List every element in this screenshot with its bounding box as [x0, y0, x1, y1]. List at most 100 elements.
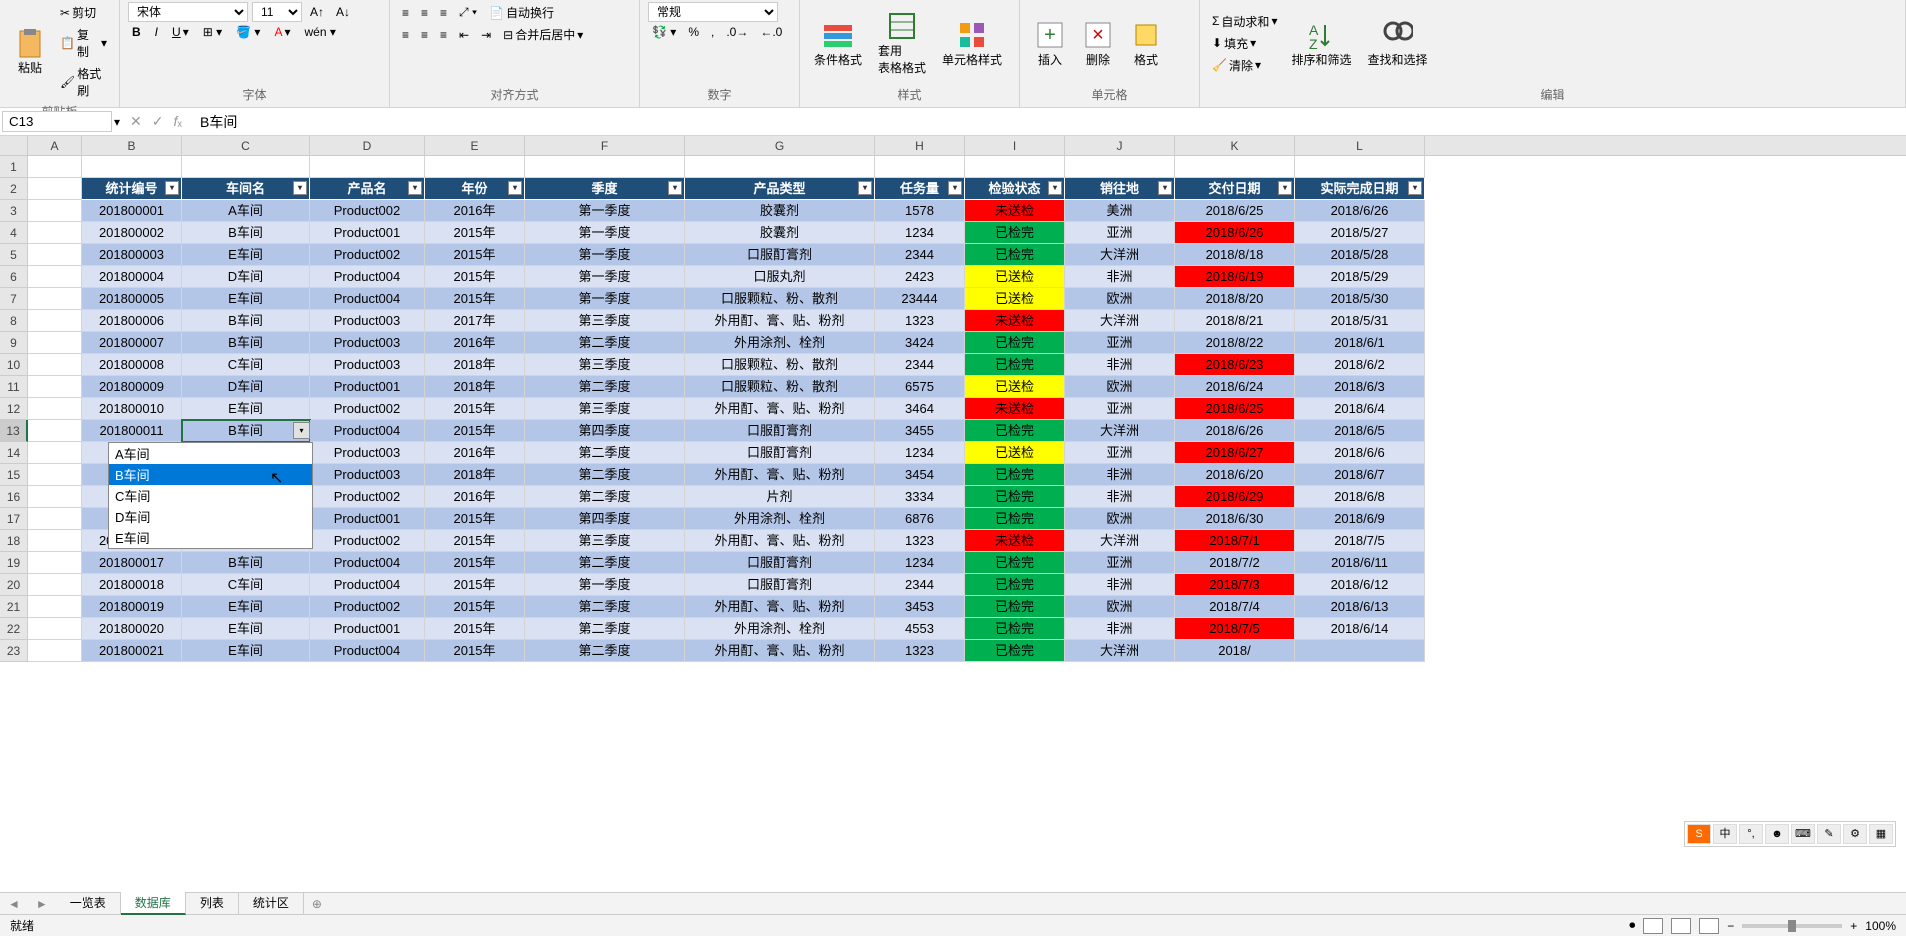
table-cell[interactable]: 201800003	[82, 244, 182, 266]
new-sheet-button[interactable]: ⊕	[304, 897, 330, 911]
table-cell[interactable]: 非洲	[1065, 618, 1175, 640]
table-column-header[interactable]: 产品名▾	[310, 178, 425, 200]
table-cell[interactable]: 外用涂剂、栓剂	[685, 618, 875, 640]
table-cell[interactable]: 201800017	[82, 552, 182, 574]
dropdown-option[interactable]: D车间	[109, 506, 312, 527]
table-cell[interactable]: 大洋洲	[1065, 310, 1175, 332]
table-cell[interactable]: 2015年	[425, 640, 525, 662]
table-cell[interactable]	[1295, 640, 1425, 662]
table-cell[interactable]: E车间	[182, 244, 310, 266]
table-cell[interactable]: 口服酊膏剂	[685, 442, 875, 464]
table-cell[interactable]: 2018年	[425, 376, 525, 398]
table-cell[interactable]: Product004	[310, 640, 425, 662]
increase-font-icon[interactable]: A↑	[306, 2, 328, 22]
table-cell[interactable]: 第二季度	[525, 486, 685, 508]
table-cell[interactable]: 201800008	[82, 354, 182, 376]
table-cell[interactable]: 亚洲	[1065, 398, 1175, 420]
table-cell[interactable]: 2016年	[425, 332, 525, 354]
delete-button[interactable]: ×删除	[1076, 17, 1120, 70]
ime-icon[interactable]: S	[1687, 824, 1711, 844]
row-header[interactable]: 13	[0, 420, 28, 442]
table-column-header[interactable]: 任务量▾	[875, 178, 965, 200]
table-cell[interactable]: 2016年	[425, 442, 525, 464]
filter-button[interactable]: ▾	[1278, 181, 1292, 195]
table-cell[interactable]: 201800010	[82, 398, 182, 420]
align-top-icon[interactable]: ≡	[398, 2, 413, 23]
table-cell[interactable]: 已检完	[965, 508, 1065, 530]
table-cell[interactable]: E车间	[182, 618, 310, 640]
filter-button[interactable]: ▾	[408, 181, 422, 195]
table-cell[interactable]: D车间	[182, 376, 310, 398]
decrease-decimal-icon[interactable]: ←.0	[756, 23, 786, 41]
cell-dropdown-handle[interactable]: ▾	[293, 422, 310, 439]
table-column-header[interactable]: 产品类型▾	[685, 178, 875, 200]
filter-button[interactable]: ▾	[858, 181, 872, 195]
table-cell[interactable]: 亚洲	[1065, 222, 1175, 244]
format-painter-button[interactable]: 🖌 格式刷	[56, 63, 111, 101]
table-cell[interactable]: 1323	[875, 530, 965, 552]
table-cell[interactable]: 201800020	[82, 618, 182, 640]
table-cell[interactable]: 亚洲	[1065, 552, 1175, 574]
table-cell[interactable]: 非洲	[1065, 574, 1175, 596]
table-cell[interactable]: 6575	[875, 376, 965, 398]
filter-button[interactable]: ▾	[668, 181, 682, 195]
fx-icon[interactable]: fₓ	[174, 113, 182, 130]
table-cell[interactable]: 2018/6/26	[1175, 222, 1295, 244]
table-cell[interactable]: 2015年	[425, 244, 525, 266]
fill-button[interactable]: ⬇ 填充 ▾	[1208, 33, 1281, 54]
table-cell[interactable]: E车间	[182, 288, 310, 310]
font-color-button[interactable]: A ▾	[270, 23, 294, 41]
underline-button[interactable]: U ▾	[168, 23, 193, 41]
row-header[interactable]: 10	[0, 354, 28, 376]
filter-button[interactable]: ▾	[293, 181, 307, 195]
table-cell[interactable]: 大洋洲	[1065, 640, 1175, 662]
orientation-icon[interactable]: ⤢ ▾	[455, 2, 481, 23]
table-cell[interactable]: 2018/6/29	[1175, 486, 1295, 508]
table-cell[interactable]: 第一季度	[525, 266, 685, 288]
table-cell[interactable]: Product002	[310, 200, 425, 222]
table-cell[interactable]: 未送检	[965, 310, 1065, 332]
table-cell[interactable]: 2015年	[425, 508, 525, 530]
filter-button[interactable]: ▾	[1048, 181, 1062, 195]
table-cell[interactable]: 口服酊膏剂	[685, 574, 875, 596]
table-cell[interactable]: C车间	[182, 354, 310, 376]
view-layout-button[interactable]	[1671, 918, 1691, 934]
table-cell[interactable]: 6876	[875, 508, 965, 530]
ime-icon[interactable]: 中	[1713, 824, 1737, 844]
table-cell[interactable]: 2018/6/19	[1175, 266, 1295, 288]
table-cell[interactable]: 大洋洲	[1065, 244, 1175, 266]
sheet-tab[interactable]: 一览表	[56, 892, 121, 915]
row-header[interactable]: 9	[0, 332, 28, 354]
comma-icon[interactable]: ,	[707, 23, 718, 41]
table-cell[interactable]: 已检完	[965, 354, 1065, 376]
column-header[interactable]: L	[1295, 136, 1425, 155]
table-cell[interactable]: 2015年	[425, 398, 525, 420]
table-cell[interactable]: 201800007	[82, 332, 182, 354]
table-cell[interactable]: 第一季度	[525, 574, 685, 596]
table-cell[interactable]: 2017年	[425, 310, 525, 332]
table-cell[interactable]: 2423	[875, 266, 965, 288]
tab-nav-next-icon[interactable]: ►	[28, 897, 56, 911]
filter-button[interactable]: ▾	[165, 181, 179, 195]
column-header[interactable]: G	[685, 136, 875, 155]
table-cell[interactable]: 未送检	[965, 530, 1065, 552]
table-cell[interactable]: 口服颗粒、粉、散剂	[685, 354, 875, 376]
table-cell[interactable]: Product003	[310, 332, 425, 354]
table-cell[interactable]: 已送检	[965, 266, 1065, 288]
row-header[interactable]: 5	[0, 244, 28, 266]
table-cell[interactable]: Product004	[310, 266, 425, 288]
table-cell[interactable]: 2344	[875, 354, 965, 376]
dropdown-option[interactable]: A车间	[109, 443, 312, 464]
table-cell[interactable]: 第四季度	[525, 420, 685, 442]
table-cell[interactable]: 3424	[875, 332, 965, 354]
sheet-tab[interactable]: 统计区	[239, 892, 304, 915]
filter-button[interactable]: ▾	[1408, 181, 1422, 195]
ime-icon[interactable]: ⚙	[1843, 824, 1867, 844]
table-cell[interactable]: 已检完	[965, 464, 1065, 486]
table-cell[interactable]: 3464	[875, 398, 965, 420]
table-cell[interactable]: 已检完	[965, 222, 1065, 244]
align-center-icon[interactable]: ≡	[417, 24, 432, 45]
column-header[interactable]: H	[875, 136, 965, 155]
filter-button[interactable]: ▾	[508, 181, 522, 195]
name-box[interactable]	[2, 111, 112, 132]
